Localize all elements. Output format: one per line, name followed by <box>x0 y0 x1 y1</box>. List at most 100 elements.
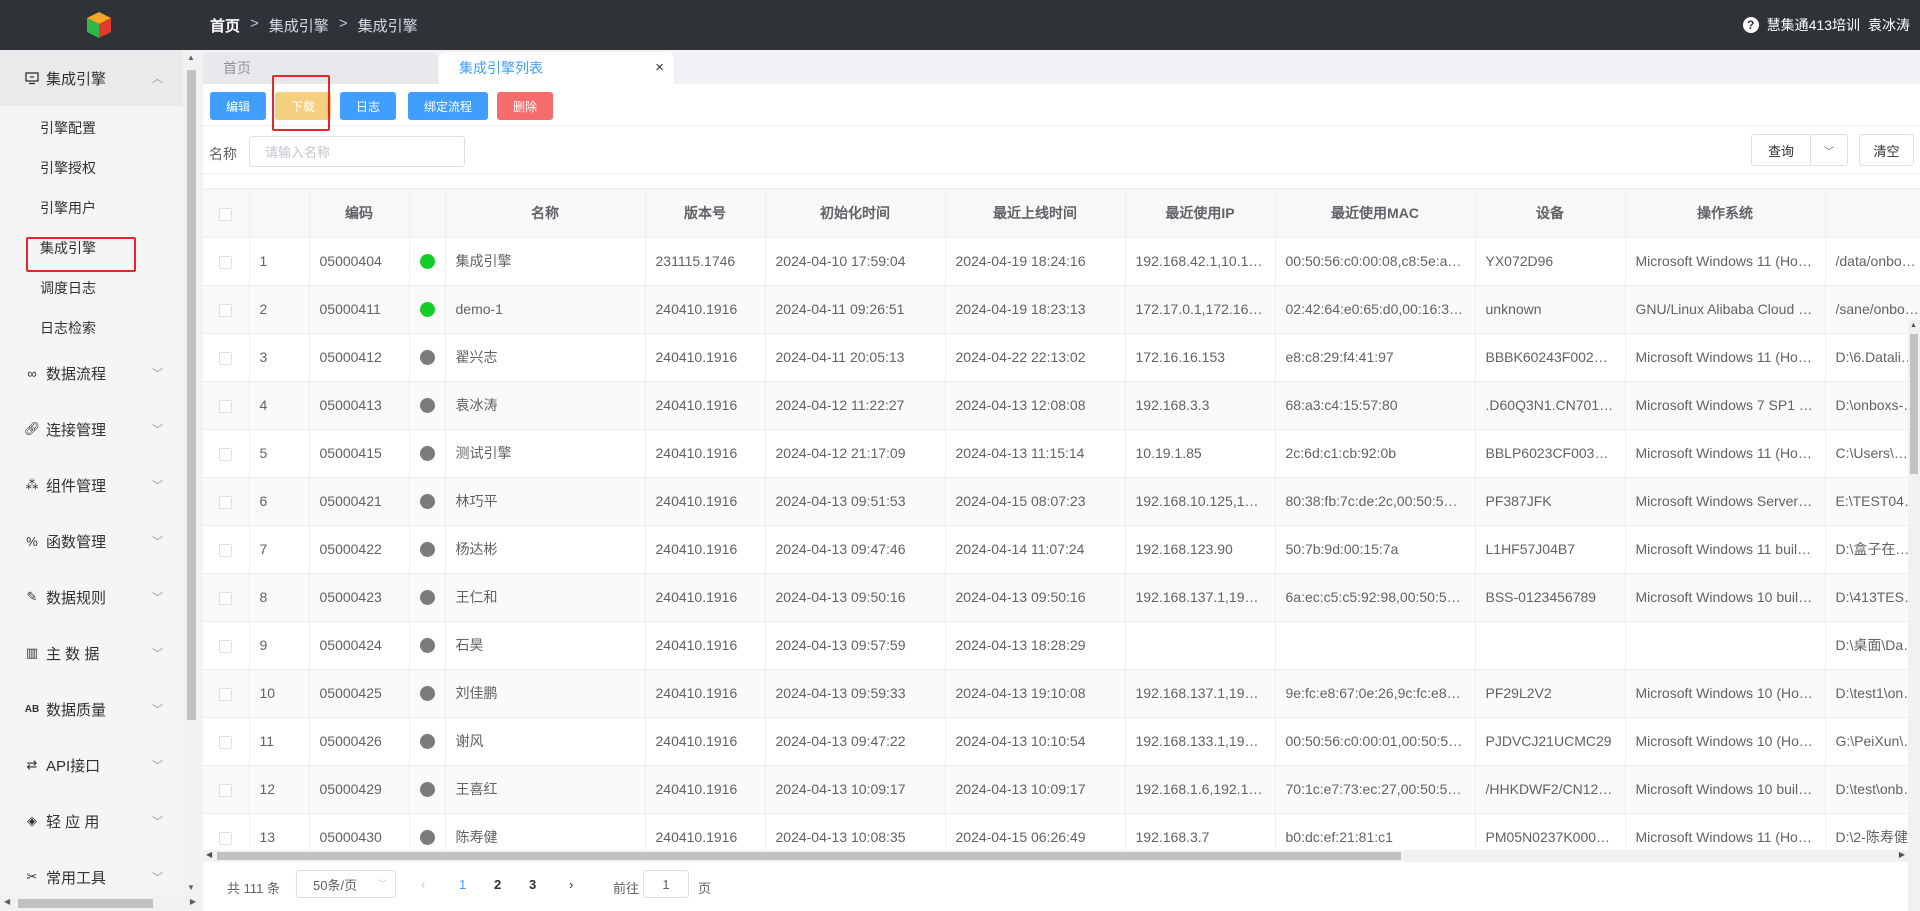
sidebar-group-integration-engine[interactable]: 集成引擎 ︿ <box>0 50 183 106</box>
row-select-cell[interactable] <box>203 813 250 850</box>
row-checkbox[interactable] <box>219 255 233 269</box>
table-row[interactable]: 1 05000404 集成引擎 231115.1746 2024-04-10 17:59… <box>203 237 1920 286</box>
edit-button[interactable]: 编辑 <box>210 92 266 120</box>
column-header[interactable]: 最近使用MAC <box>1275 189 1476 238</box>
prev-page-icon[interactable]: ‹ <box>421 877 425 892</box>
select-all-checkbox[interactable] <box>219 207 233 221</box>
row-select-cell[interactable] <box>203 333 250 382</box>
row-select-cell[interactable] <box>203 621 250 670</box>
column-header[interactable]: 版本号 <box>645 189 766 238</box>
table-row[interactable]: 3 05000412 翟兴志 240410.1916 2024-04-11 20:05:… <box>203 333 1920 382</box>
row-checkbox[interactable] <box>219 543 233 557</box>
scroll-up-icon[interactable]: ▲ <box>1910 322 1917 329</box>
sidebar-vertical-scrollbar[interactable]: ▲ ▼ <box>183 50 200 895</box>
query-button[interactable]: 查询 <box>1751 134 1811 166</box>
table-row[interactable]: 9 05000424 石昊 240410.1916 2024-04-13 09:57:5… <box>203 621 1920 670</box>
row-select-cell[interactable] <box>203 669 250 718</box>
row-checkbox[interactable] <box>219 591 233 605</box>
row-select-cell[interactable] <box>203 477 250 526</box>
scrollbar-thumb[interactable] <box>1910 334 1918 474</box>
row-checkbox[interactable] <box>219 303 233 317</box>
sidebar-group-connection[interactable]: 🔗︎ 连接管理 ﹀ <box>0 401 183 457</box>
table-horizontal-scrollbar[interactable]: ◀ ▶ <box>203 850 1908 862</box>
row-checkbox[interactable] <box>219 783 233 797</box>
clear-button[interactable]: 清空 <box>1859 134 1914 166</box>
row-checkbox[interactable] <box>219 639 233 653</box>
table-row[interactable]: 5 05000415 测试引擎 240410.1916 2024-04-12 21:17… <box>203 429 1920 478</box>
chevron-down-icon[interactable]: ﹀ <box>1810 134 1848 166</box>
row-select-cell[interactable] <box>203 429 250 478</box>
column-header[interactable]: 最近上线时间 <box>945 189 1126 238</box>
scrollbar-thumb[interactable] <box>18 899 153 908</box>
row-checkbox[interactable] <box>219 687 233 701</box>
table-row[interactable]: 4 05000413 袁冰涛 240410.1916 2024-04-12 11:22:… <box>203 381 1920 430</box>
sidebar-group-functions[interactable]: % 函数管理 ﹀ <box>0 513 183 569</box>
page-number[interactable]: 2 <box>494 877 501 892</box>
table-row[interactable]: 11 05000426 谢风 240410.1916 2024-04-13 09:47:… <box>203 717 1920 766</box>
row-checkbox[interactable] <box>219 735 233 749</box>
name-search-input[interactable]: 请输入名称 <box>249 136 465 167</box>
page-size-select[interactable]: 50条/页 ﹀ <box>296 870 396 898</box>
table-row[interactable]: 7 05000422 杨达彬 240410.1916 2024-04-13 09:47:… <box>203 525 1920 574</box>
scroll-down-icon[interactable]: ▼ <box>187 883 195 892</box>
sidebar-group-master-data[interactable]: ▥ 主 数 据 ﹀ <box>0 625 183 681</box>
row-checkbox[interactable] <box>219 351 233 365</box>
scrollbar-thumb[interactable] <box>187 70 196 720</box>
column-header[interactable]: 最近使用IP <box>1125 189 1276 238</box>
column-header[interactable]: 设备 <box>1475 189 1626 238</box>
row-select-cell[interactable] <box>203 717 250 766</box>
column-header[interactable]: 名称 <box>445 189 646 238</box>
row-checkbox[interactable] <box>219 831 233 845</box>
row-checkbox[interactable] <box>219 399 233 413</box>
row-checkbox[interactable] <box>219 447 233 461</box>
scroll-up-icon[interactable]: ▲ <box>187 53 195 62</box>
sidebar-item-engine-users[interactable]: 引擎用户 <box>40 198 96 218</box>
breadcrumb-home[interactable]: 首页 <box>210 15 240 36</box>
page-number[interactable]: 1 <box>459 877 466 892</box>
breadcrumb-item[interactable]: 集成引擎 <box>269 15 329 36</box>
row-select-cell[interactable] <box>203 237 250 286</box>
sidebar-item-schedule-log[interactable]: 调度日志 <box>40 278 96 298</box>
log-button[interactable]: 日志 <box>340 92 396 120</box>
table-row[interactable]: 13 05000430 陈寿健 240410.1916 2024-04-13 10:08… <box>203 813 1920 850</box>
page-number[interactable]: 3 <box>529 877 536 892</box>
sidebar-item-engine-config[interactable]: 引擎配置 <box>40 118 96 138</box>
sidebar-group-data-flow[interactable]: ∞ 数据流程 ﹀ <box>0 345 183 401</box>
column-header[interactable]: 编码 <box>309 189 410 238</box>
user-name[interactable]: 袁冰涛 <box>1868 15 1910 35</box>
sidebar-group-light-app[interactable]: ◈ 轻 应 用 ﹀ <box>0 793 183 849</box>
row-checkbox[interactable] <box>219 495 233 509</box>
row-select-cell[interactable] <box>203 285 250 334</box>
tab-engine-list[interactable]: 集成引擎列表 × <box>439 52 674 84</box>
row-select-cell[interactable] <box>203 765 250 814</box>
sidebar-group-components[interactable]: ⁂ 组件管理 ﹀ <box>0 457 183 513</box>
scroll-right-icon[interactable]: ▶ <box>1899 850 1905 859</box>
sidebar-group-data-quality[interactable]: AB 数据质量 ﹀ <box>0 681 183 737</box>
sidebar-horizontal-scrollbar[interactable]: ◀ ▶ <box>0 895 200 911</box>
row-select-cell[interactable] <box>203 525 250 574</box>
table-row[interactable]: 8 05000423 王仁和 240410.1916 2024-04-13 09:50:… <box>203 573 1920 622</box>
sidebar-item-engine-license[interactable]: 引擎授权 <box>40 158 96 178</box>
scroll-right-icon[interactable]: ▶ <box>190 897 196 906</box>
table-row[interactable]: 2 05000411 demo-1 240410.1916 2024-04-11 09:… <box>203 285 1920 334</box>
row-select-cell[interactable] <box>203 573 250 622</box>
scrollbar-thumb[interactable] <box>217 852 1401 860</box>
column-header[interactable]: 初始化时间 <box>765 189 946 238</box>
table-row[interactable]: 10 05000425 刘佳鹏 240410.1916 2024-04-13 09:59… <box>203 669 1920 718</box>
help-icon[interactable]: ? <box>1742 17 1759 33</box>
goto-page-input[interactable]: 1 <box>643 870 689 898</box>
select-all-cell[interactable] <box>203 189 250 238</box>
delete-button[interactable]: 删除 <box>497 92 553 120</box>
row-select-cell[interactable] <box>203 381 250 430</box>
table-row[interactable]: 6 05000421 林巧平 240410.1916 2024-04-13 09:51:… <box>203 477 1920 526</box>
next-page-icon[interactable]: › <box>569 877 573 892</box>
sidebar-group-api[interactable]: ⇄ API接口 ﹀ <box>0 737 183 793</box>
close-icon[interactable]: × <box>655 59 664 76</box>
scroll-left-icon[interactable]: ◀ <box>206 850 212 859</box>
sidebar-group-data-rules[interactable]: ✎ 数据规则 ﹀ <box>0 569 183 625</box>
org-name[interactable]: 慧集通413培训 <box>1767 15 1860 35</box>
table-vertical-scrollbar[interactable]: ▲ ▼ <box>1908 320 1920 911</box>
app-logo[interactable] <box>84 10 114 40</box>
scroll-left-icon[interactable]: ◀ <box>4 897 10 906</box>
sidebar-item-log-search[interactable]: 日志检索 <box>40 318 96 338</box>
